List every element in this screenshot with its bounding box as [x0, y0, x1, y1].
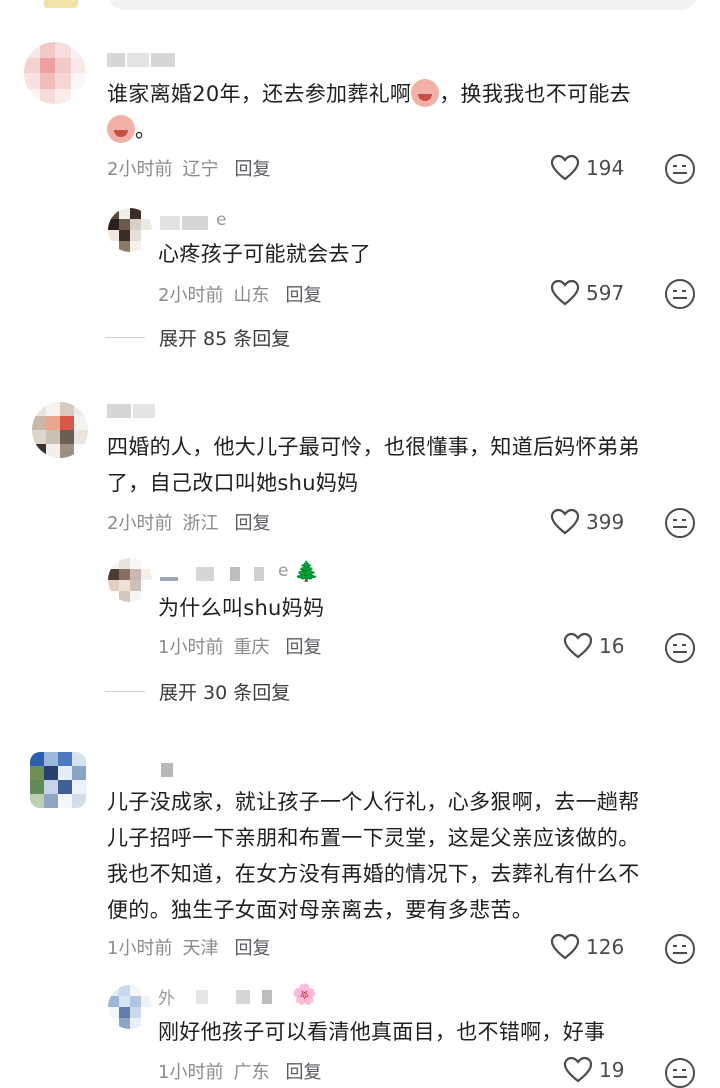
crying-face-emoji-icon [107, 115, 135, 143]
heart-outline-icon [563, 632, 593, 659]
reply-button[interactable]: 回复 [285, 1058, 321, 1084]
location: 重庆 [233, 637, 270, 658]
location: 天津 [182, 938, 219, 959]
location: 辽宁 [182, 159, 219, 180]
like-button[interactable]: 126 [550, 933, 624, 960]
like-count: 399 [586, 509, 625, 534]
reply-button[interactable]: 回复 [234, 934, 270, 960]
timestamp: 2小时前 [158, 285, 224, 306]
reply-text: 刚好他孩子可以看清他真面目，也不错啊，好事 [158, 1020, 606, 1044]
reply-button[interactable]: 回复 [285, 633, 321, 659]
like-button[interactable]: 19 [563, 1056, 624, 1083]
heart-outline-icon [550, 508, 580, 535]
avatar[interactable] [24, 42, 86, 104]
timestamp: 2小时前 [107, 159, 173, 180]
like-button[interactable]: 194 [550, 154, 624, 181]
like-count: 126 [586, 934, 625, 959]
like-button[interactable]: 597 [550, 279, 624, 306]
comment-meta: 1小时前 天津 回复 [107, 934, 270, 960]
divider [105, 691, 145, 692]
timestamp: 2小时前 [107, 513, 173, 534]
like-button[interactable]: 399 [550, 508, 624, 535]
location: 浙江 [182, 513, 219, 534]
reply-avatar[interactable] [108, 985, 152, 1029]
reply-meta: 2小时前 山东 回复 [158, 281, 321, 307]
expand-replies-button[interactable]: 展开 30 条回复 [105, 678, 290, 705]
comment-meta: 2小时前 辽宁 回复 [107, 155, 270, 181]
meh-face-icon[interactable] [665, 1058, 695, 1088]
crying-face-emoji-icon [411, 79, 440, 107]
flower-emoji-icon: 🌸 [292, 982, 317, 1006]
meh-face-icon[interactable] [665, 279, 695, 309]
heart-outline-icon [563, 1056, 593, 1083]
avatar[interactable] [30, 752, 86, 808]
avatar[interactable] [32, 402, 88, 458]
reply-text: 为什么叫shu妈妈 [158, 596, 325, 620]
meh-face-icon[interactable] [665, 154, 695, 184]
meh-face-icon[interactable] [665, 633, 695, 663]
reply-avatar[interactable] [108, 558, 152, 602]
reply-button[interactable]: 回复 [285, 281, 321, 307]
like-count: 19 [599, 1057, 625, 1082]
heart-outline-icon [550, 933, 580, 960]
location: 广东 [233, 1062, 270, 1083]
comment-text: 四婚的人，他大儿子最可怜，也很懂事，知道后妈怀弟弟 了，自己改口叫她shu妈妈 [107, 435, 640, 495]
location: 山东 [233, 285, 270, 306]
meh-face-icon[interactable] [665, 508, 695, 538]
heart-outline-icon [550, 154, 580, 181]
reply-button[interactable]: 回复 [234, 509, 270, 535]
heart-outline-icon [550, 279, 580, 306]
comment-text: 谁家离婚20年，还去参加葬礼啊 ，换我我也不可能去 。 [107, 76, 687, 148]
timestamp: 1小时前 [158, 1062, 224, 1083]
timestamp: 1小时前 [158, 637, 224, 658]
expand-replies-button[interactable]: 展开 85 条回复 [105, 324, 290, 351]
like-button[interactable]: 16 [563, 632, 624, 659]
comment-meta: 2小时前 浙江 回复 [107, 509, 270, 535]
like-count: 597 [586, 280, 625, 305]
reply-avatar[interactable] [108, 208, 152, 252]
timestamp: 1小时前 [107, 938, 173, 959]
divider [105, 337, 145, 338]
partial-badge [44, 0, 78, 8]
reply-button[interactable]: 回复 [234, 155, 270, 181]
top-partial-bar [0, 0, 720, 14]
reply-meta: 1小时前 广东 回复 [158, 1058, 321, 1084]
meh-face-icon[interactable] [665, 934, 695, 964]
reply-text: 心疼孩子可能就会去了 [158, 242, 371, 266]
reply-meta: 1小时前 重庆 回复 [158, 633, 321, 659]
tree-emoji-icon: 🌲 [294, 559, 319, 583]
like-count: 194 [586, 155, 625, 180]
comment-text: 儿子没成家，就让孩子一个人行礼，心多狠啊，去一趟帮 儿子招呼一下亲朋和布置一下灵… [107, 790, 640, 922]
comment-input-partial[interactable] [108, 0, 698, 10]
like-count: 16 [599, 633, 625, 658]
